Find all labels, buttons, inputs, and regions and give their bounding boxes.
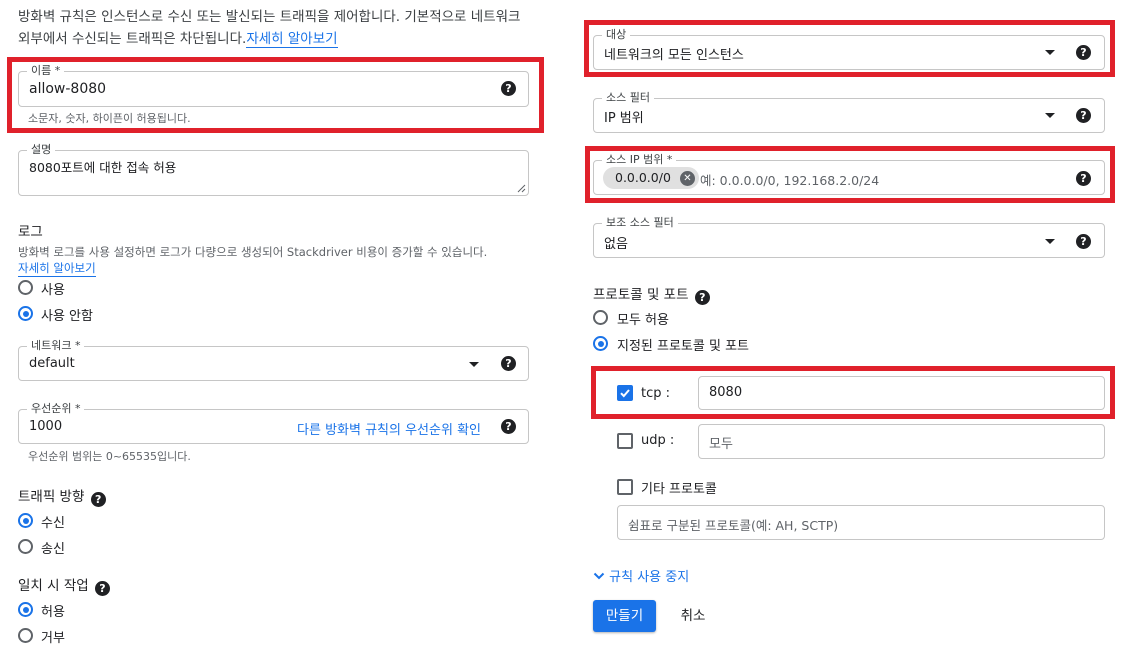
udp-label: udp : bbox=[641, 433, 675, 448]
help-icon[interactable]: ? bbox=[1076, 108, 1091, 123]
specified-protocols-label: 지정된 프로토콜 및 포트 bbox=[617, 339, 749, 354]
other-protocols-checkbox[interactable] bbox=[617, 479, 633, 495]
udp-ports-input[interactable]: 모두 bbox=[698, 424, 1105, 459]
priority-label: 우선순위 * bbox=[27, 402, 85, 416]
egress-radio[interactable] bbox=[18, 539, 33, 554]
source-ip-label: 소스 IP 범위 * bbox=[602, 153, 677, 167]
network-value: default bbox=[29, 356, 75, 371]
second-source-filter-value: 없음 bbox=[604, 237, 628, 252]
help-icon[interactable]: ? bbox=[501, 419, 516, 434]
disable-rule-toggle[interactable]: 규칙 사용 중지 bbox=[593, 566, 689, 585]
tcp-ports-input[interactable]: 8080 bbox=[698, 376, 1105, 410]
other-protocols-input[interactable]: 쉼표로 구분된 프로토콜(예: AH, SCTP) bbox=[617, 505, 1105, 540]
priority-check-link[interactable]: 다른 방화벽 규칙의 우선순위 확인 bbox=[297, 419, 481, 438]
dropdown-arrow-icon[interactable] bbox=[1045, 50, 1055, 55]
source-filter-select[interactable]: 소스 필터 IP 범위 ? bbox=[593, 91, 1105, 133]
other-protocols-placeholder: 쉼표로 구분된 프로토콜(예: AH, SCTP) bbox=[628, 518, 839, 533]
second-source-filter-select[interactable]: 보조 소스 필터 없음 ? bbox=[593, 216, 1105, 258]
targets-value: 네트워크의 모든 인스턴스 bbox=[604, 48, 744, 63]
priority-input[interactable]: 1000 bbox=[29, 419, 62, 434]
source-filter-label: 소스 필터 bbox=[602, 91, 654, 105]
help-icon[interactable]: ? bbox=[90, 492, 106, 507]
allow-all-radio[interactable] bbox=[593, 310, 608, 325]
other-protocols-label: 기타 프로토콜 bbox=[641, 482, 717, 497]
specified-protocols-radio[interactable] bbox=[593, 336, 608, 351]
logs-off-radio[interactable] bbox=[18, 306, 33, 321]
allow-all-label: 모두 허용 bbox=[617, 313, 669, 328]
action-title-text: 일치 시 작업 bbox=[18, 578, 89, 594]
source-ip-input[interactable]: 예: 0.0.0.0/0, 192.168.2.0/24 bbox=[700, 170, 879, 189]
priority-field[interactable]: 우선순위 * 1000 다른 방화벽 규칙의 우선순위 확인 ? bbox=[18, 402, 529, 444]
targets-label: 대상 bbox=[602, 28, 631, 42]
priority-hint: 우선순위 범위는 0~65535입니다. bbox=[28, 450, 191, 463]
dropdown-arrow-icon[interactable] bbox=[1045, 113, 1055, 118]
ip-range-chip-text: 0.0.0.0/0 bbox=[615, 170, 671, 185]
udp-checkbox[interactable] bbox=[617, 433, 633, 449]
source-filter-value: IP 범위 bbox=[604, 111, 644, 126]
egress-label: 송신 bbox=[41, 542, 65, 557]
targets-select[interactable]: 대상 네트워크의 모든 인스턴스 ? bbox=[593, 28, 1105, 70]
intro-learn-more-link[interactable]: 자세히 알아보기 bbox=[246, 31, 338, 48]
help-icon[interactable]: ? bbox=[501, 356, 516, 371]
description-input[interactable]: 8080포트에 대한 접속 허용 bbox=[29, 157, 176, 176]
deny-label: 거부 bbox=[41, 631, 65, 646]
protocols-title: 프로토콜 및 포트 ? bbox=[593, 283, 710, 305]
help-icon[interactable]: ? bbox=[1076, 171, 1091, 186]
logs-off-label: 사용 안함 bbox=[41, 309, 93, 324]
check-icon bbox=[620, 389, 630, 398]
close-icon[interactable]: ✕ bbox=[679, 170, 695, 186]
help-icon[interactable]: ? bbox=[694, 290, 710, 305]
resize-handle-icon[interactable] bbox=[517, 184, 526, 193]
description-label: 설명 bbox=[27, 143, 56, 157]
help-icon[interactable]: ? bbox=[1076, 234, 1091, 249]
chevron-down-icon bbox=[593, 572, 605, 580]
name-field[interactable]: 이름 * allow-8080 ? bbox=[18, 64, 529, 107]
name-hint: 소문자, 숫자, 하이픈이 허용됩니다. bbox=[28, 112, 191, 125]
action-title: 일치 시 작업 ? bbox=[18, 574, 110, 596]
description-field[interactable]: 설명 8080포트에 대한 접속 허용 bbox=[18, 143, 529, 196]
intro-text: 방화벽 규칙은 인스턴스로 수신 또는 발신되는 트래픽을 제어합니다. 기본적… bbox=[18, 6, 533, 50]
dropdown-arrow-icon[interactable] bbox=[469, 362, 479, 367]
udp-ports-placeholder: 모두 bbox=[709, 437, 733, 452]
logs-title: 로그 bbox=[18, 224, 43, 240]
protocols-title-text: 프로토콜 및 포트 bbox=[593, 287, 689, 303]
second-source-filter-label: 보조 소스 필터 bbox=[602, 216, 678, 230]
network-select[interactable]: 네트워크 * default ? bbox=[18, 339, 529, 381]
source-ip-field[interactable]: 소스 IP 범위 * 0.0.0.0/0 ✕ 예: 0.0.0.0/0, 192… bbox=[593, 153, 1105, 195]
help-icon[interactable]: ? bbox=[1076, 45, 1091, 60]
name-label: 이름 * bbox=[27, 64, 65, 78]
ingress-radio[interactable] bbox=[18, 513, 33, 528]
tcp-ports-value: 8080 bbox=[709, 385, 743, 400]
name-input[interactable]: allow-8080 bbox=[29, 81, 106, 97]
ingress-label: 수신 bbox=[41, 516, 65, 531]
logs-on-label: 사용 bbox=[41, 283, 65, 298]
direction-title: 트래픽 방향 ? bbox=[18, 485, 106, 507]
help-icon[interactable]: ? bbox=[501, 81, 516, 96]
cancel-button[interactable]: 취소 bbox=[670, 600, 716, 632]
logs-on-radio[interactable] bbox=[18, 280, 33, 295]
create-button[interactable]: 만들기 bbox=[593, 600, 656, 632]
direction-title-text: 트래픽 방향 bbox=[18, 489, 85, 505]
logs-description: 방화벽 로그를 사용 설정하면 로그가 다량으로 생성되어 Stackdrive… bbox=[18, 245, 488, 259]
allow-radio[interactable] bbox=[18, 602, 33, 617]
disable-rule-label: 규칙 사용 중지 bbox=[609, 570, 690, 585]
ip-range-chip[interactable]: 0.0.0.0/0 ✕ bbox=[603, 167, 699, 189]
allow-label: 허용 bbox=[41, 605, 65, 620]
network-label: 네트워크 * bbox=[27, 339, 85, 353]
logs-learn-more-link[interactable]: 자세히 알아보기 bbox=[18, 260, 96, 277]
dropdown-arrow-icon[interactable] bbox=[1045, 239, 1055, 244]
tcp-checkbox[interactable] bbox=[617, 385, 633, 401]
help-icon[interactable]: ? bbox=[94, 581, 110, 596]
tcp-label: tcp : bbox=[641, 386, 671, 401]
deny-radio[interactable] bbox=[18, 628, 33, 643]
